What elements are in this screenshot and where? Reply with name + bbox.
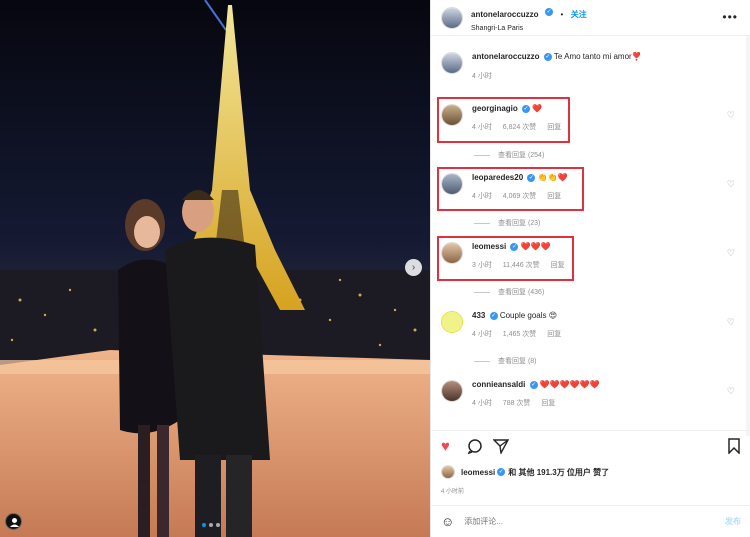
comment-item: 433 ✓ Couple goals 😍 4 小时 1,465 次赞 回复 ♡ xyxy=(441,311,741,339)
comment-text: Couple goals 😍 xyxy=(499,311,558,320)
comment-time: 4 小时 xyxy=(472,124,492,131)
comment-username[interactable]: 433 xyxy=(472,311,485,320)
avatar[interactable] xyxy=(441,173,463,195)
follow-button[interactable]: 关注 xyxy=(571,10,587,19)
caption-username[interactable]: antonelaroccuzzo xyxy=(472,52,540,61)
verified-icon: ✓ xyxy=(529,380,538,389)
comment-item: connieansaldi ✓ ❤️❤️❤️❤️❤️❤️ 4 小时 788 次赞… xyxy=(441,380,741,408)
comment-heart-icon[interactable]: ♡ xyxy=(727,110,735,121)
verified-icon: ✓ xyxy=(527,173,536,182)
view-replies[interactable]: 查看回复 (23) xyxy=(474,218,540,228)
comment-item: leoparedes20 ✓ 👏👏❤️ 4 小时 4,069 次赞 回复 ♡ xyxy=(441,173,741,201)
caption: antonelaroccuzzo ✓ Te Amo tanto mi amor❣… xyxy=(441,52,642,81)
comment-username[interactable]: leoparedes20 xyxy=(472,173,523,182)
view-replies-label: 查看回复 (254) xyxy=(498,152,545,159)
comment-text: ❤️❤️❤️ xyxy=(520,242,551,251)
tag-user-icon[interactable] xyxy=(5,513,22,530)
avatar[interactable] xyxy=(441,6,463,29)
add-comment-bar: ☺ 发布 xyxy=(431,505,750,537)
view-replies-label: 查看回复 (436) xyxy=(498,289,545,296)
comment-time: 4 小时 xyxy=(472,331,492,338)
smile-icon[interactable]: ☺ xyxy=(441,514,454,529)
verified-icon: ✓ xyxy=(489,311,498,320)
comment-likes[interactable]: 1,465 次赞 xyxy=(503,331,536,338)
comment-time: 4 小时 xyxy=(472,193,492,200)
share-icon[interactable] xyxy=(492,438,510,458)
more-icon[interactable]: ••• xyxy=(722,10,738,24)
view-replies-label: 查看回复 (8) xyxy=(498,358,537,365)
view-replies[interactable]: 查看回复 (8) xyxy=(474,356,537,366)
comment-item: leomessi ✓ ❤️❤️❤️ 3 小时 11,446 次赞 回复 ♡ xyxy=(441,242,741,270)
comment-icon[interactable] xyxy=(467,438,483,458)
comment-text: ❤️ xyxy=(532,104,543,113)
caption-text: Te Amo tanto mi amor❣️ xyxy=(553,52,642,61)
caption-time: 4 小时 xyxy=(472,73,492,80)
post-header: antonelaroccuzzo ✓ • 关注 Shangri-La Paris… xyxy=(431,0,750,36)
post-side-panel: antonelaroccuzzo ✓ • 关注 Shangri-La Paris… xyxy=(430,0,750,537)
comment-username[interactable]: connieansaldi xyxy=(472,380,525,389)
avatar[interactable] xyxy=(441,465,455,479)
location-link[interactable]: Shangri-La Paris xyxy=(471,25,587,32)
comment-likes[interactable]: 788 次赞 xyxy=(503,400,531,407)
comment-likes[interactable]: 4,069 次赞 xyxy=(503,193,536,200)
comment-heart-icon[interactable]: ♡ xyxy=(727,386,735,397)
verified-icon: ✓ xyxy=(545,8,554,17)
likes-user[interactable]: leomessi xyxy=(461,468,495,477)
comment-input[interactable] xyxy=(464,517,695,526)
carousel-dot-active xyxy=(202,523,206,527)
avatar[interactable] xyxy=(441,242,463,264)
avatar[interactable] xyxy=(441,52,463,74)
likes-rest: 和 其他 191.3万 位用户 赞了 xyxy=(508,467,610,477)
replies-line xyxy=(474,291,490,293)
comment-text: 👏👏❤️ xyxy=(537,173,568,182)
post-viewer: › antonelaroccuzzo ✓ • 关注 Shangri-La Par… xyxy=(0,0,750,537)
comment-heart-icon[interactable]: ♡ xyxy=(727,317,735,328)
verified-icon: ✓ xyxy=(522,104,531,113)
view-replies[interactable]: 查看回复 (436) xyxy=(474,287,544,297)
comment-time: 4 小时 xyxy=(472,400,492,407)
comment-item: georginagio ✓ ❤️ 4 小时 6,824 次赞 回复 ♡ xyxy=(441,104,741,132)
likes-summary[interactable]: leomessi ✓ 和 其他 191.3万 位用户 赞了 xyxy=(441,465,609,479)
comment-heart-icon[interactable]: ♡ xyxy=(727,179,735,190)
avatar[interactable] xyxy=(441,311,463,333)
next-arrow-icon[interactable]: › xyxy=(405,259,422,276)
comment-likes[interactable]: 11,446 次赞 xyxy=(503,262,540,269)
verified-icon: ✓ xyxy=(543,52,552,61)
verified-icon: ✓ xyxy=(510,242,519,251)
carousel-dot xyxy=(209,523,213,527)
author-username[interactable]: antonelaroccuzzo xyxy=(471,10,539,19)
action-bar: ♥ xyxy=(441,438,741,456)
comments-scrollbar[interactable] xyxy=(746,36,750,436)
reply-button[interactable]: 回复 xyxy=(551,262,565,269)
replies-line xyxy=(474,154,490,156)
dot-separator: • xyxy=(560,9,564,19)
bookmark-icon[interactable] xyxy=(727,438,741,458)
reply-button[interactable]: 回复 xyxy=(547,124,561,131)
view-replies-label: 查看回复 (23) xyxy=(498,220,541,227)
replies-line xyxy=(474,222,490,224)
comment-heart-icon[interactable]: ♡ xyxy=(727,248,735,259)
actions-divider xyxy=(431,430,750,431)
heart-icon[interactable]: ♥ xyxy=(441,438,450,455)
replies-line xyxy=(474,360,490,362)
avatar[interactable] xyxy=(441,380,463,402)
post-time: 4 小时前 xyxy=(441,489,465,495)
reply-button[interactable]: 回复 xyxy=(547,331,561,338)
reply-button[interactable]: 回复 xyxy=(547,193,561,200)
view-replies[interactable]: 查看回复 (254) xyxy=(474,150,544,160)
comment-likes[interactable]: 6,824 次赞 xyxy=(503,124,536,131)
comment-username[interactable]: georginagio xyxy=(472,104,518,113)
post-photo[interactable]: › xyxy=(0,0,430,537)
carousel-dots xyxy=(202,523,220,527)
avatar[interactable] xyxy=(441,104,463,126)
carousel-dot xyxy=(216,523,220,527)
comment-text: ❤️❤️❤️❤️❤️❤️ xyxy=(539,380,600,389)
reply-button[interactable]: 回复 xyxy=(541,400,555,407)
photo-scene xyxy=(0,0,430,537)
verified-icon: ✓ xyxy=(497,468,506,476)
comment-username[interactable]: leomessi xyxy=(472,242,506,251)
comment-time: 3 小时 xyxy=(472,262,492,269)
post-button[interactable]: 发布 xyxy=(725,516,741,527)
